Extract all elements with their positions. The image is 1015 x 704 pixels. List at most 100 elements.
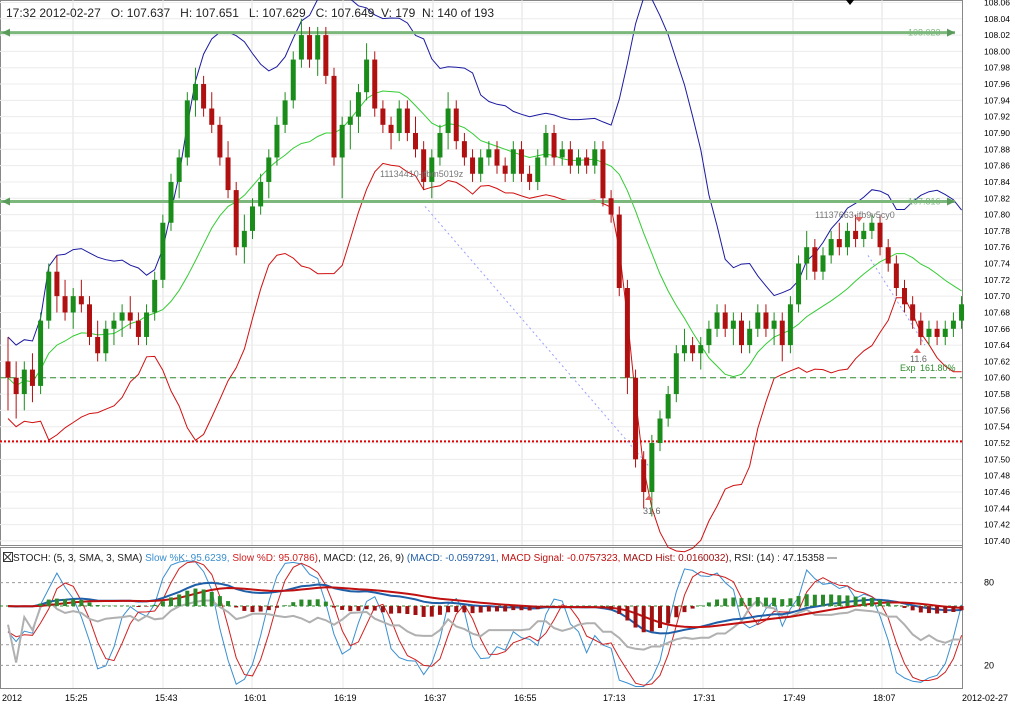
macd-hist-bar <box>332 606 336 608</box>
slow-k-label: Slow %K: 95.6239, <box>145 553 230 564</box>
macd-hist-bar <box>918 606 923 613</box>
macd-hist-bar <box>755 597 760 607</box>
macd-hist-bar <box>519 606 524 611</box>
candle-body <box>518 149 524 174</box>
candle-body <box>486 149 492 158</box>
macd-hist-bar <box>600 606 605 608</box>
price-tick-label: 107.98 <box>984 63 1010 73</box>
candle-body <box>755 312 761 329</box>
price-tick-label: 107.90 <box>984 128 1010 138</box>
price-tick-label: 107.62 <box>984 356 1010 366</box>
price-tick-label: 107.64 <box>984 340 1010 350</box>
candle-body <box>934 328 940 337</box>
time-tick-label: 17:49 <box>783 693 806 703</box>
macd-hist-bar <box>625 606 630 621</box>
time-tick-label: 17:31 <box>693 693 716 703</box>
macd-hist-bar <box>804 594 809 607</box>
close-panel-icon[interactable] <box>3 552 13 562</box>
macd-hist-bar <box>511 606 516 611</box>
candle-body <box>241 230 247 248</box>
candle-body <box>339 124 345 158</box>
macd-hist-bar <box>747 597 752 607</box>
candle-body <box>836 239 842 248</box>
candle-body <box>844 230 850 248</box>
macd-hist-bar <box>886 602 891 607</box>
price-tick-label: 107.52 <box>984 438 1010 448</box>
macd-hist-bar <box>160 601 165 607</box>
macd-hist-bar <box>495 606 499 612</box>
candle-body <box>168 181 174 223</box>
price-tick-label: 107.82 <box>984 193 1010 203</box>
candle-body <box>364 59 370 93</box>
macd-hist-bar <box>405 606 410 614</box>
price-tick-label: 107.78 <box>984 226 1010 236</box>
candle-body <box>347 116 353 125</box>
macd-hist-bar <box>209 591 214 607</box>
candle-body <box>478 157 484 174</box>
candle-body <box>649 443 655 492</box>
candle-body <box>747 328 753 346</box>
macd-hist-bar <box>763 597 768 607</box>
header-high: H: 107.651 <box>180 6 239 20</box>
macd-hist-bar <box>201 589 206 607</box>
candle-body <box>673 353 679 395</box>
header-close: C: 107.649 <box>315 6 375 20</box>
price-tick-label: 107.56 <box>984 405 1010 415</box>
macd-hist-bar <box>266 606 271 611</box>
candle-body <box>144 312 150 337</box>
candle-body <box>779 320 785 346</box>
price-tick-label: 107.70 <box>984 291 1010 301</box>
macd-hist-bar <box>87 602 92 607</box>
candle-body <box>714 312 720 329</box>
macd-hist-bar <box>291 602 296 607</box>
macd-hist-bar <box>649 606 654 632</box>
macd-hist-bar <box>796 596 801 607</box>
macd-hist-bar <box>454 606 459 612</box>
candle-body <box>885 247 891 264</box>
candle-body <box>616 214 622 289</box>
macd-hist-bar <box>120 605 125 607</box>
price-tick-label: 107.48 <box>984 471 1010 481</box>
macd-hist-bar <box>731 597 736 607</box>
time-tick-label: 15:25 <box>65 693 88 703</box>
candle-body <box>812 247 818 272</box>
exp-label: Exp <box>900 363 916 373</box>
chart-canvas[interactable]: 108.06 108.04 108.02 108.00 107.98 107.96 107.… <box>0 0 1015 704</box>
candle-body <box>576 157 581 166</box>
candle-body <box>225 157 231 191</box>
macd-hist-bar <box>837 595 842 607</box>
price-tick-label: 107.80 <box>984 210 1010 220</box>
macd-hist-bar <box>437 606 442 615</box>
price-tick-label: 107.58 <box>984 389 1010 399</box>
macd-hist-bar <box>274 606 279 608</box>
value-label-31: 31.6 <box>643 506 661 516</box>
price-tick-label: 107.72 <box>984 275 1010 285</box>
macd-hist-bar <box>584 606 589 607</box>
macd-value: (MACD: -0.0597291, <box>406 553 499 564</box>
macd-hist-bar <box>706 602 711 607</box>
macd-hist-bar <box>935 606 940 614</box>
candle-body <box>853 230 859 240</box>
macd-hist-bar <box>902 606 907 608</box>
macd-hist-bar <box>226 601 231 607</box>
macd-hist-bar <box>910 606 915 611</box>
macd-label: , MACD: (12, 26, 9) <box>317 553 405 564</box>
candle-body <box>380 108 386 125</box>
macd-hist-bar <box>812 594 817 607</box>
rsi-legend-line <box>827 557 838 559</box>
candle-body <box>600 149 606 199</box>
header-bar-index: N: 140 of 193 <box>421 6 495 20</box>
price-tick-label: 107.74 <box>984 259 1010 269</box>
time-tick-label: 15:43 <box>155 693 178 703</box>
macd-hist-bar <box>829 594 834 607</box>
candle-body <box>739 320 744 346</box>
candle-body <box>184 100 190 158</box>
candle-body <box>470 157 476 174</box>
candle-body <box>926 328 932 337</box>
macd-hist-value: MACD Hist: 0.0160032) <box>623 553 729 564</box>
candle-body <box>192 84 198 101</box>
macd-hist-bar <box>250 606 255 613</box>
candle-body <box>641 459 647 492</box>
macd-hist-bar <box>79 599 84 607</box>
candle-body <box>763 312 769 329</box>
